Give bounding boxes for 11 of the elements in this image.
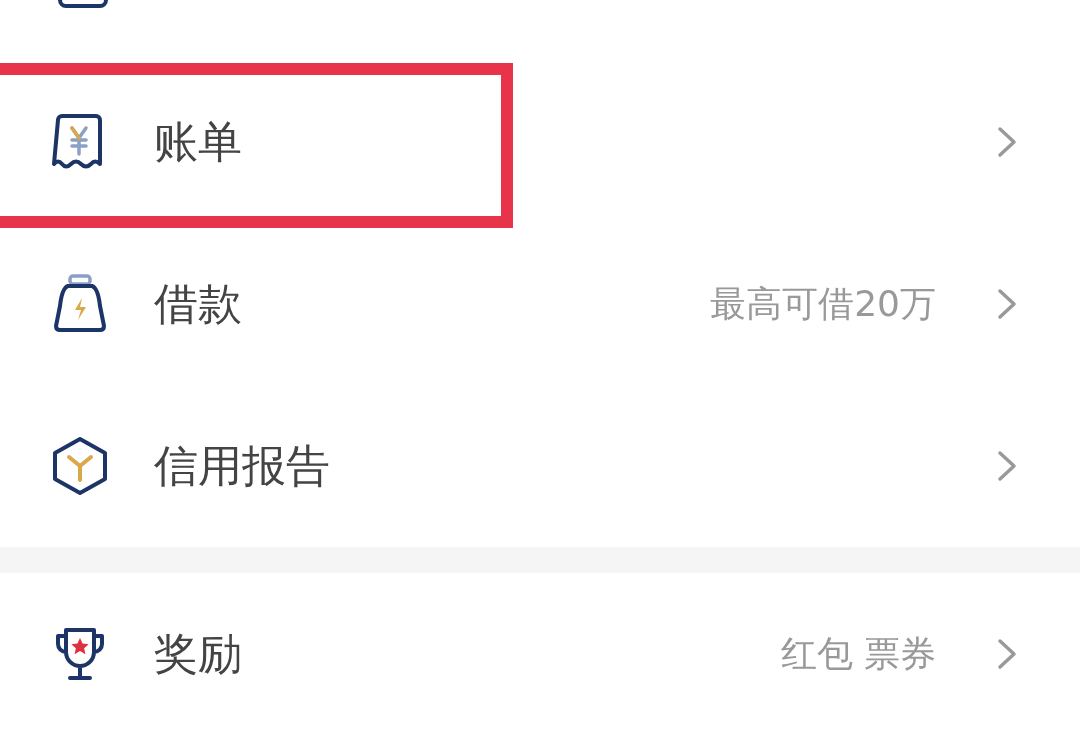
menu-item-label[interactable]: 借款 — [154, 274, 711, 334]
menu-item-label[interactable]: 信用报告 — [154, 436, 996, 496]
menu-item-detail: 红包 票券 — [780, 631, 936, 676]
chevron-right-icon — [996, 125, 1018, 159]
menu-item-label[interactable]: 账单 — [154, 112, 996, 172]
menu-item-detail: 最高可借20万 — [710, 281, 936, 326]
chevron-right-icon — [996, 449, 1018, 483]
menu-item-label[interactable]: 奖励 — [154, 624, 781, 684]
hexagon-icon — [50, 436, 110, 496]
chevron-right-icon — [996, 287, 1018, 321]
chevron-right-icon — [996, 637, 1018, 671]
